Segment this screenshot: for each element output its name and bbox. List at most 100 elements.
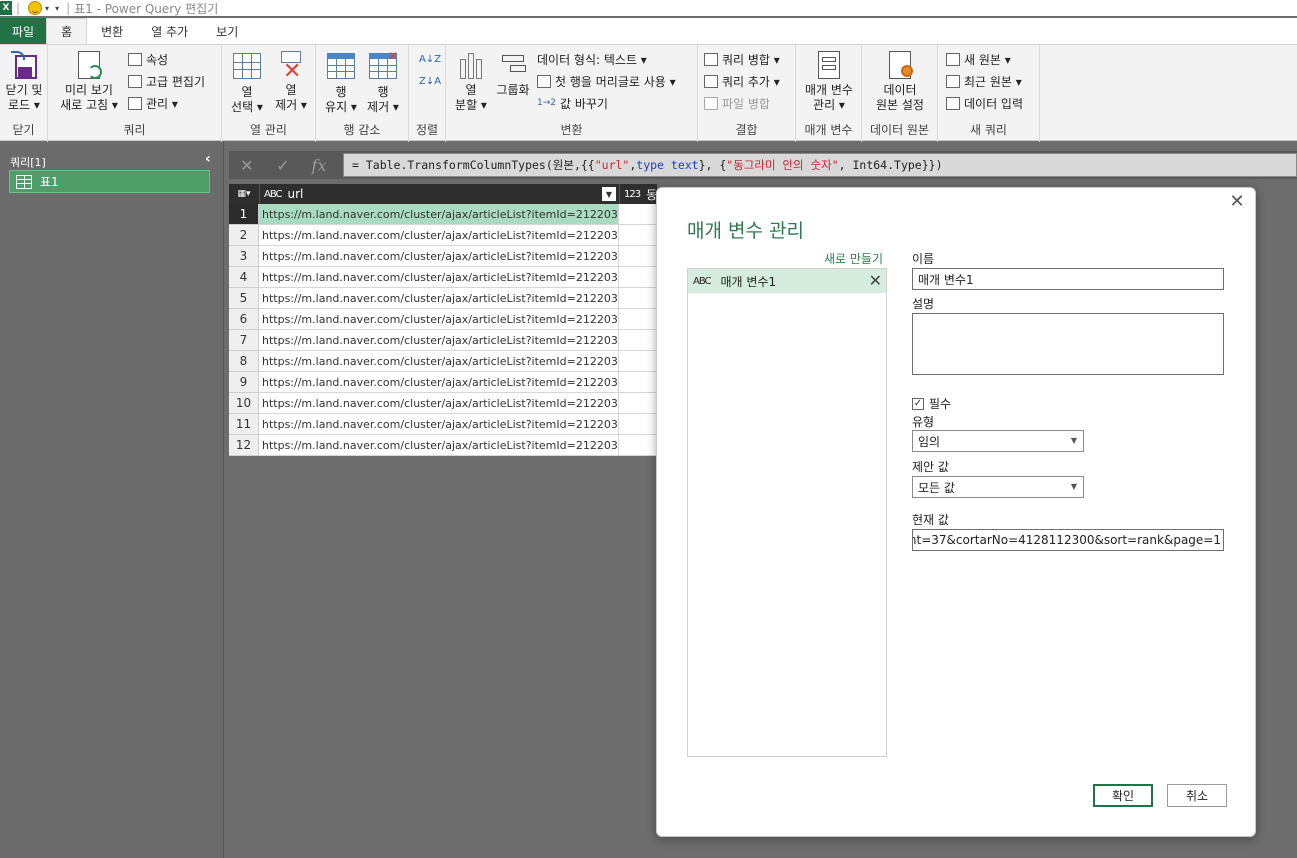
url-cell[interactable]: https://m.land.naver.com/cluster/ajax/ar… <box>259 246 619 267</box>
row-number[interactable]: 5 <box>229 288 259 309</box>
url-cell[interactable]: https://m.land.naver.com/cluster/ajax/ar… <box>259 309 619 330</box>
new-parameter-link[interactable]: 새로 만들기 <box>824 250 883 267</box>
row-number[interactable]: 9 <box>229 372 259 393</box>
cancel-button[interactable]: 취소 <box>1167 784 1227 807</box>
formula-bar: ✕ ✓ fx = Table.TransformColumnTypes(원본,{… <box>229 151 1297 179</box>
table-row: 10 https://m.land.naver.com/cluster/ajax/… <box>229 393 657 414</box>
row-number[interactable]: 11 <box>229 414 259 435</box>
manage-parameters-dialog: ✕ 매개 변수 관리 새로 만들기 ABC 매개 변수1 ✕ 이름 매개 변수1… <box>656 187 1256 837</box>
remove-columns-button[interactable]: ✕ 열 제거 ▾ <box>270 51 312 113</box>
number-cell[interactable] <box>619 435 657 456</box>
number-cell[interactable] <box>619 393 657 414</box>
name-label: 이름 <box>912 252 935 266</box>
url-cell[interactable]: https://m.land.naver.com/cluster/ajax/ar… <box>259 435 619 456</box>
tab-file[interactable]: 파일 <box>0 18 47 44</box>
number-cell[interactable] <box>619 351 657 372</box>
row-number[interactable]: 3 <box>229 246 259 267</box>
url-cell[interactable]: https://m.land.naver.com/cluster/ajax/ar… <box>259 267 619 288</box>
manage-parameters-button[interactable]: 매개 변수 관리 ▾ <box>800 51 858 113</box>
number-cell[interactable] <box>619 414 657 435</box>
row-number[interactable]: 10 <box>229 393 259 414</box>
type-select[interactable]: 임의 ▼ <box>912 430 1084 452</box>
number-cell[interactable] <box>619 225 657 246</box>
group-label-reduce-rows: 행 감소 <box>343 123 381 137</box>
tab-home[interactable]: 홈 <box>46 18 88 44</box>
enter-data-button[interactable]: 데이터 입력 <box>946 94 1023 112</box>
merge-queries-button[interactable]: 쿼리 병합 ▾ <box>704 50 780 68</box>
delete-parameter-icon[interactable]: ✕ <box>869 271 882 290</box>
formula-input[interactable]: = Table.TransformColumnTypes(원본,{{"url",… <box>343 153 1297 177</box>
sort-descending-icon[interactable]: Z↓A <box>419 72 441 90</box>
recent-sources-button[interactable]: 최근 원본 ▾ <box>946 72 1022 90</box>
number-cell[interactable] <box>619 330 657 351</box>
number-cell[interactable] <box>619 246 657 267</box>
chevron-down-icon: ▼ <box>1070 436 1077 445</box>
tab-add-column[interactable]: 열 추가 <box>137 18 202 44</box>
row-number[interactable]: 7 <box>229 330 259 351</box>
url-cell[interactable]: https://m.land.naver.com/cluster/ajax/ar… <box>259 225 619 246</box>
number-cell[interactable] <box>619 372 657 393</box>
quick-access-customize-icon[interactable]: ▾ <box>55 4 59 13</box>
advanced-editor-button[interactable]: 고급 편집기 <box>128 72 205 90</box>
row-number[interactable]: 6 <box>229 309 259 330</box>
row-number[interactable]: 12 <box>229 435 259 456</box>
tab-transform[interactable]: 변환 <box>87 18 137 44</box>
row-number[interactable]: 1 <box>229 204 259 225</box>
current-value-input[interactable]: 5&totCnt=37&cortarNo=4128112300&sort=ran… <box>912 529 1224 551</box>
url-cell[interactable]: https://m.land.naver.com/cluster/ajax/ar… <box>259 372 619 393</box>
ok-button[interactable]: 확인 <box>1093 784 1153 807</box>
row-number[interactable]: 8 <box>229 351 259 372</box>
remove-rows-button[interactable]: ✕ 행 제거 ▾ <box>362 49 404 115</box>
number-cell[interactable] <box>619 204 657 225</box>
smiley-feedback-icon[interactable] <box>28 1 43 15</box>
group-by-button[interactable]: 그룹화 <box>492 51 534 98</box>
parameter-item[interactable]: ABC 매개 변수1 ✕ <box>688 269 886 293</box>
data-type-dropdown[interactable]: 데이터 형식: 텍스트 ▾ <box>537 50 647 68</box>
append-queries-button[interactable]: 쿼리 추가 ▾ <box>704 72 780 90</box>
url-cell[interactable]: https://m.land.naver.com/cluster/ajax/ar… <box>259 204 619 225</box>
sort-ascending-icon[interactable]: A↓Z <box>419 50 441 68</box>
url-cell[interactable]: https://m.land.naver.com/cluster/ajax/ar… <box>259 351 619 372</box>
manage-button[interactable]: 관리 ▾ <box>128 94 178 112</box>
close-icon[interactable]: ✕ <box>1227 192 1247 212</box>
properties-button[interactable]: 속성 <box>128 50 168 68</box>
collapse-pane-icon[interactable]: ‹ <box>205 151 211 167</box>
checkmark-icon[interactable]: ✓ <box>912 397 924 410</box>
filter-dropdown-icon[interactable]: ▼ <box>602 187 616 201</box>
number-cell[interactable] <box>619 267 657 288</box>
number-cell[interactable] <box>619 309 657 330</box>
query-item-table1[interactable]: 표1 <box>9 170 210 193</box>
suggested-values-select[interactable]: 모든 값 ▼ <box>912 476 1084 498</box>
row-number[interactable]: 4 <box>229 267 259 288</box>
refresh-preview-button[interactable]: 미리 보기 새로 고침 ▾ <box>56 51 122 113</box>
number-cell[interactable] <box>619 288 657 309</box>
choose-columns-button[interactable]: 열 선택 ▾ <box>226 51 268 115</box>
url-cell[interactable]: https://m.land.naver.com/cluster/ajax/ar… <box>259 393 619 414</box>
required-checkbox[interactable]: ✓ 필수 <box>912 395 951 412</box>
close-load-button[interactable]: 닫기 및 로드 ▾ <box>3 51 45 113</box>
url-cell[interactable]: https://m.land.naver.com/cluster/ajax/ar… <box>259 288 619 309</box>
table-menu-icon[interactable]: ▦▾ <box>229 184 259 204</box>
tab-view[interactable]: 보기 <box>202 18 252 44</box>
new-source-button[interactable]: 새 원본 ▾ <box>946 50 1011 68</box>
url-cell[interactable]: https://m.land.naver.com/cluster/ajax/ar… <box>259 414 619 435</box>
column-header-url[interactable]: ABC url ▼ <box>259 184 619 204</box>
description-input[interactable] <box>912 313 1224 375</box>
feedback-dropdown-icon[interactable]: ▾ <box>45 4 49 13</box>
url-cell[interactable]: https://m.land.naver.com/cluster/ajax/ar… <box>259 330 619 351</box>
combine-files-button[interactable]: 파일 병합 <box>704 94 770 112</box>
keep-rows-button[interactable]: 행 유지 ▾ <box>320 51 362 115</box>
replace-values-button[interactable]: 1→2 값 바꾸기 <box>537 94 608 112</box>
commit-formula-icon[interactable]: ✓ <box>265 156 301 175</box>
number-type-icon[interactable]: 123 <box>624 189 641 200</box>
column-header-number[interactable]: 123 동 <box>619 184 657 204</box>
text-type-icon[interactable]: ABC <box>264 189 282 200</box>
fx-icon[interactable]: fx <box>301 156 337 175</box>
cancel-formula-icon[interactable]: ✕ <box>229 156 265 175</box>
name-input[interactable]: 매개 변수1 <box>912 268 1224 290</box>
split-column-button[interactable]: 열 분할 ▾ <box>450 51 492 113</box>
use-first-row-headers-button[interactable]: 첫 행을 머리글로 사용 ▾ <box>537 72 676 90</box>
current-value-label: 현재 값 <box>912 513 949 527</box>
row-number[interactable]: 2 <box>229 225 259 246</box>
data-source-settings-button[interactable]: 데이터 원본 설정 <box>868 51 932 113</box>
